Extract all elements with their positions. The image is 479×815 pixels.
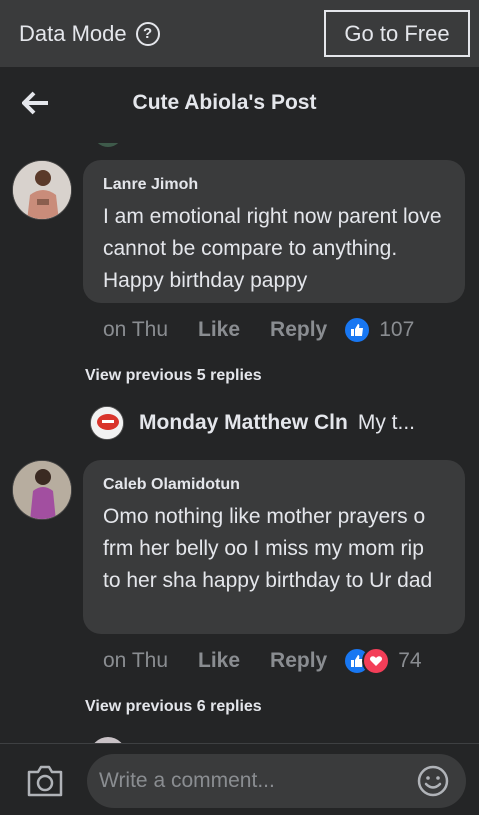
- comment-bubble[interactable]: Caleb Olamidotun Omo nothing like mother…: [83, 460, 465, 634]
- help-icon[interactable]: ?: [135, 21, 160, 46]
- reaction-count: 107: [379, 318, 415, 341]
- comment-timestamp[interactable]: on Thu: [103, 318, 168, 342]
- camera-icon[interactable]: [26, 764, 64, 798]
- comment-text: I am emotional right now parent love can…: [103, 205, 442, 292]
- data-mode-label: Data Mode: [19, 20, 127, 46]
- comment-input-wrapper[interactable]: [87, 754, 466, 808]
- post-header: Cute Abiola's Post: [0, 67, 479, 143]
- comment-author[interactable]: Lanre Jimoh: [103, 176, 445, 194]
- avatar[interactable]: [12, 160, 72, 220]
- data-mode-indicator[interactable]: Data Mode ?: [19, 21, 160, 47]
- comment-bubble[interactable]: Lanre Jimoh I am emotional right now par…: [83, 160, 465, 303]
- reply-preview[interactable]: Monday Matthew Cln My t...: [90, 406, 415, 440]
- avatar: [93, 143, 123, 147]
- page-title: Cute Abiola's Post: [132, 91, 317, 114]
- comment-text: Omo nothing like mother prayers o frm he…: [103, 505, 433, 592]
- avatar[interactable]: [12, 460, 72, 520]
- avatar: [90, 406, 124, 440]
- like-button[interactable]: Like: [198, 318, 240, 342]
- comment-timestamp[interactable]: on Thu: [103, 649, 168, 673]
- view-previous-replies-link[interactable]: View previous 6 replies: [85, 698, 262, 716]
- reaction-summary[interactable]: 74: [343, 647, 422, 675]
- thumbs-up-icon: [343, 316, 372, 344]
- reply-snippet: My t...: [357, 411, 416, 434]
- reaction-count: 74: [398, 649, 422, 672]
- heart-icon: [362, 647, 391, 675]
- data-mode-bar: Data Mode ? Go to Free: [0, 0, 479, 67]
- comment-input[interactable]: [99, 769, 399, 793]
- reaction-summary[interactable]: 107: [343, 316, 414, 344]
- view-previous-replies-link[interactable]: View previous 5 replies: [85, 367, 262, 385]
- emoji-icon[interactable]: [417, 765, 449, 797]
- comments-feed[interactable]: Lanre Jimoh I am emotional right now par…: [0, 143, 479, 743]
- like-button[interactable]: Like: [198, 649, 240, 673]
- reply-button[interactable]: Reply: [270, 649, 327, 673]
- comment-actions: on Thu Like Reply 107: [103, 316, 414, 344]
- comment-author[interactable]: Caleb Olamidotun: [103, 476, 445, 494]
- comment-composer: [0, 743, 479, 815]
- comment-actions: on Thu Like Reply 74: [103, 647, 422, 675]
- reply-author[interactable]: Monday Matthew Cln: [139, 411, 348, 435]
- reply-button[interactable]: Reply: [270, 318, 327, 342]
- go-to-free-button[interactable]: Go to Free: [324, 10, 470, 57]
